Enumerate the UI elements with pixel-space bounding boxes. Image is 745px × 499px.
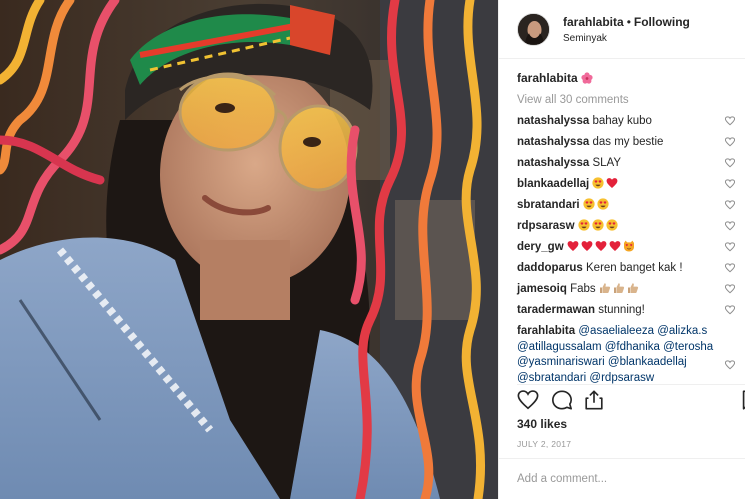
- comment-text: Fabs: [570, 283, 596, 295]
- comment-like-heart-icon[interactable]: [725, 242, 735, 252]
- comment-row: sbratandari: [517, 197, 737, 218]
- mention-comment: farahlabita @asaelialeeza @alizka.s @ati…: [517, 324, 737, 386]
- heart-eyes-emoji: [606, 219, 618, 231]
- thumbs-up-emoji: [627, 282, 639, 294]
- mention-link[interactable]: @atillagussalam: [517, 341, 602, 353]
- mention-link[interactable]: @rdpsarasw: [589, 372, 654, 384]
- following-button[interactable]: Following: [634, 15, 690, 29]
- location-link[interactable]: Seminyak: [563, 33, 690, 44]
- comment-row: daddoparus Keren banget kak !: [517, 260, 737, 281]
- comment-row: blankaadellaj: [517, 176, 737, 197]
- comment-row: natashalyssa bahay kubo: [517, 113, 737, 134]
- comment-username[interactable]: natashalyssa: [517, 136, 589, 148]
- heart-eyes-emoji: [597, 198, 609, 210]
- comment-row: dery_gw: [517, 239, 737, 260]
- comment-like-heart-icon[interactable]: [725, 200, 735, 210]
- comments-list: farahlabita View all 30 comments natasha…: [517, 70, 737, 386]
- comment-username[interactable]: farahlabita: [517, 325, 575, 337]
- comment-row: jamesoiq Fabs: [517, 281, 737, 302]
- likes-count[interactable]: 340 likes: [517, 417, 567, 431]
- avatar[interactable]: [517, 12, 550, 46]
- heart-eyes-emoji: [578, 219, 590, 231]
- comment-like-heart-icon[interactable]: [725, 305, 735, 315]
- post-details-panel: farahlabita • Following Seminyak farahlabi…: [498, 0, 745, 499]
- comment-text: bahay kubo: [592, 115, 652, 127]
- mention-link[interactable]: @blankaadellaj: [608, 356, 687, 368]
- red-heart-emoji: [567, 240, 579, 252]
- comment-username[interactable]: dery_gw: [517, 241, 564, 253]
- header-username[interactable]: farahlabita: [563, 15, 624, 29]
- heart-outline-icon[interactable]: [517, 389, 539, 411]
- comment-text: stunning!: [598, 304, 645, 316]
- comment-row: taradermawan stunning!: [517, 302, 737, 323]
- heart-eyes-emoji: [583, 198, 595, 210]
- red-heart-emoji: [581, 240, 593, 252]
- comment-bubble-icon[interactable]: [551, 389, 573, 411]
- bookmark-icon[interactable]: [739, 389, 745, 411]
- mention-link[interactable]: @alizka.s: [657, 325, 707, 337]
- comment-text: SLAY: [592, 157, 622, 169]
- separator-dot: •: [626, 14, 631, 29]
- comment-like-heart-icon[interactable]: [725, 284, 735, 294]
- mention-link[interactable]: @sbratandari: [517, 372, 586, 384]
- post-header: farahlabita • Following Seminyak: [499, 0, 745, 59]
- post-date: JULY 2, 2017: [517, 439, 572, 449]
- red-heart-emoji: [609, 240, 621, 252]
- thumbs-up-emoji: [599, 282, 611, 294]
- comment-like-heart-icon[interactable]: [725, 116, 735, 126]
- comment-row: natashalyssa das my bestie: [517, 134, 737, 155]
- red-heart-emoji: [606, 177, 618, 189]
- heart-eyes-cat-emoji: [623, 240, 635, 252]
- comment-row: rdpsarasw: [517, 218, 737, 239]
- comment-text: das my bestie: [592, 136, 664, 148]
- mention-link[interactable]: @yasminariswari: [517, 356, 605, 368]
- mention-link[interactable]: @asaelialeeza: [578, 325, 654, 337]
- comment-username[interactable]: natashalyssa: [517, 157, 589, 169]
- action-bar: [517, 384, 745, 414]
- caption-username[interactable]: farahlabita: [517, 71, 578, 85]
- red-heart-emoji: [595, 240, 607, 252]
- view-all-comments-link[interactable]: View all 30 comments: [517, 94, 737, 106]
- comment-username[interactable]: natashalyssa: [517, 115, 589, 127]
- avatar-image: [518, 13, 549, 45]
- comment-like-heart-icon[interactable]: [725, 179, 735, 189]
- comment-row: natashalyssa SLAY: [517, 155, 737, 176]
- share-icon[interactable]: [583, 389, 605, 411]
- add-comment-bar: [499, 458, 745, 499]
- mention-link[interactable]: @fdhanika: [605, 341, 660, 353]
- comment-like-heart-icon[interactable]: [725, 221, 735, 231]
- selfie-image: [0, 0, 498, 499]
- comment-username[interactable]: blankaadellaj: [517, 178, 589, 190]
- post-photo[interactable]: [0, 0, 498, 499]
- thumbs-up-emoji: [613, 282, 625, 294]
- heart-eyes-emoji: [592, 177, 605, 189]
- comment-like-heart-icon[interactable]: [725, 137, 735, 147]
- comment-like-heart-icon[interactable]: [725, 360, 735, 370]
- comment-like-heart-icon[interactable]: [725, 263, 735, 273]
- comment-username[interactable]: taradermawan: [517, 304, 595, 316]
- comment-username[interactable]: rdpsarasw: [517, 220, 575, 232]
- hibiscus-emoji: [581, 72, 593, 84]
- add-comment-input[interactable]: [499, 459, 745, 499]
- comment-text: Keren banget kak !: [586, 262, 683, 274]
- comment-username[interactable]: sbratandari: [517, 199, 580, 211]
- mention-link[interactable]: @terosha: [663, 341, 713, 353]
- comment-username[interactable]: jamesoiq: [517, 283, 567, 295]
- caption: farahlabita: [517, 70, 737, 86]
- heart-eyes-emoji: [592, 219, 604, 231]
- comment-like-heart-icon[interactable]: [725, 158, 735, 168]
- comment-username[interactable]: daddoparus: [517, 262, 583, 274]
